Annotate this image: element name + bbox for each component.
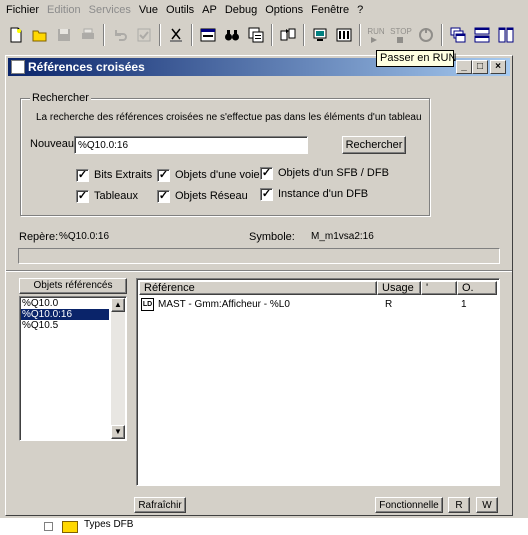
tree-item-label[interactable]: Types DFB (84, 519, 133, 530)
search-button[interactable]: Rechercher (342, 136, 406, 154)
menu-1[interactable]: Edition (43, 0, 85, 20)
bits-extraits-checkbox[interactable]: ✓ (76, 169, 89, 182)
menu-2[interactable]: Services (85, 0, 135, 20)
init-icon[interactable] (415, 24, 437, 46)
list-item[interactable]: %Q10.0 (21, 298, 109, 309)
run-icon[interactable]: RUN (365, 24, 387, 46)
cut-icon[interactable] (165, 24, 187, 46)
cross-references-icon[interactable] (245, 24, 267, 46)
references-table: Référence Usage ' O. LD MAST - Gmm:Affic… (136, 278, 500, 486)
stop-label: STOP (390, 26, 412, 36)
validate-icon[interactable] (133, 24, 155, 46)
instance-dfb-label: Instance d'un DFB (278, 188, 369, 200)
run-tooltip: Passer en RUN (376, 50, 456, 67)
close-button[interactable]: × (490, 60, 506, 74)
maximize-button[interactable]: □ (472, 60, 488, 74)
refresh-button[interactable]: Rafraîchir (134, 497, 186, 513)
repere-label: Repère: (19, 231, 59, 243)
new-file-icon[interactable] (5, 24, 27, 46)
background-tree: Types DFB (0, 518, 528, 535)
objets-reseau-label: Objets Réseau (175, 190, 248, 202)
cross-references-window: Références croisées _ □ × Rechercher La … (5, 55, 513, 516)
tile-vertical-icon[interactable] (495, 24, 517, 46)
transfer-icon[interactable] (277, 24, 299, 46)
plc-screen-icon[interactable] (333, 24, 355, 46)
read-filter-button[interactable]: R (448, 497, 470, 513)
menu-7[interactable]: Options (261, 0, 307, 20)
list-item[interactable]: %Q10.5 (21, 320, 109, 331)
window-title: Références croisées (28, 60, 145, 74)
window-list-icon[interactable] (197, 24, 219, 46)
folder-icon (62, 521, 78, 533)
new-label: Nouveau (30, 138, 75, 150)
objects-scrollbar[interactable]: ▲ ▼ (111, 298, 125, 439)
stop-icon[interactable]: STOP (390, 24, 412, 46)
column-reference[interactable]: Référence (139, 281, 377, 295)
bits-extraits-label: Bits Extraits (94, 169, 153, 181)
repere-value: %Q10.0:16 (59, 231, 110, 242)
tile-horizontal-icon[interactable] (471, 24, 493, 46)
run-label: RUN (367, 26, 385, 36)
table-row[interactable]: LD MAST - Gmm:Afficheur - %L0 R 1 (139, 298, 497, 312)
search-note: La recherche des références croisées ne … (36, 112, 422, 123)
open-folder-icon[interactable] (29, 24, 51, 46)
objets-voie-label: Objets d'une voie (175, 169, 260, 181)
menu-9[interactable]: ? (353, 0, 367, 20)
row-reference: MAST - Gmm:Afficheur - %L0 (158, 299, 290, 310)
cascade-windows-icon[interactable] (447, 24, 469, 46)
column-occurrence[interactable]: O. (457, 281, 497, 295)
list-item[interactable]: %Q10.0:16 (21, 309, 109, 320)
symbole-value: M_m1vsa2:16 (311, 231, 374, 242)
menu-3[interactable]: Vue (135, 0, 162, 20)
menu-8[interactable]: Fenêtre (307, 0, 353, 20)
scroll-up-icon[interactable]: ▲ (111, 298, 125, 312)
tree-expand-icon[interactable] (44, 522, 53, 531)
menubar: Fichier Edition Services Vue Outils AP Debug Op… (0, 0, 528, 20)
row-usage: R (385, 299, 393, 310)
toolbar: RUN STOP (0, 21, 528, 49)
window-app-icon (11, 60, 25, 74)
column-mark[interactable]: ' (421, 281, 457, 295)
save-icon[interactable] (53, 24, 75, 46)
menu-4[interactable]: Outils (162, 0, 198, 20)
ladder-icon: LD (141, 298, 154, 311)
row-occurrence: 1 (461, 299, 467, 310)
symbole-label: Symbole: (249, 231, 295, 243)
objets-sfb-dfb-label: Objets d'un SFB / DFB (278, 167, 389, 179)
functional-button[interactable]: Fonctionnelle (375, 497, 443, 513)
separator (6, 270, 512, 272)
menu-6[interactable]: Debug (221, 0, 261, 20)
column-usage[interactable]: Usage (377, 281, 421, 295)
binoculars-icon[interactable] (221, 24, 243, 46)
objects-list: %Q10.0 %Q10.0:16 %Q10.5 ▲ ▼ (19, 296, 127, 441)
menu-0[interactable]: Fichier (2, 0, 43, 20)
print-icon[interactable] (77, 24, 99, 46)
objects-header: Objets référencés (19, 278, 127, 294)
comment-field (18, 248, 500, 264)
search-input[interactable] (74, 136, 308, 154)
tableaux-checkbox[interactable]: ✓ (76, 190, 89, 203)
tableaux-label: Tableaux (94, 190, 139, 202)
menu-5[interactable]: AP (198, 0, 221, 20)
search-group-title: Rechercher (30, 92, 91, 104)
objets-sfb-dfb-checkbox[interactable]: ✓ (260, 167, 273, 180)
connect-plc-icon[interactable] (309, 24, 331, 46)
objets-reseau-checkbox[interactable]: ✓ (157, 190, 170, 203)
objets-voie-checkbox[interactable]: ✓ (157, 169, 170, 182)
minimize-button[interactable]: _ (456, 60, 472, 74)
instance-dfb-checkbox[interactable]: ✓ (260, 188, 273, 201)
scroll-down-icon[interactable]: ▼ (111, 425, 125, 439)
undo-icon[interactable] (109, 24, 131, 46)
write-filter-button[interactable]: W (476, 497, 498, 513)
